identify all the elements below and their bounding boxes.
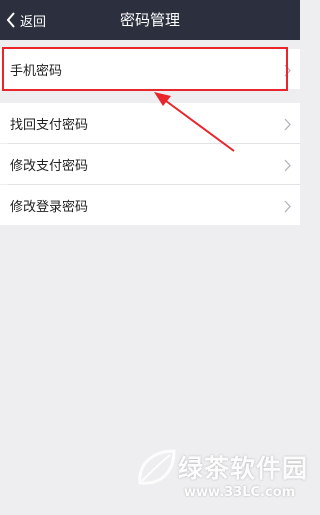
back-label: 返回 [20, 14, 47, 30]
menu-item-change-payment-password[interactable]: 修改支付密码 [0, 144, 300, 184]
chevron-right-icon [284, 62, 291, 81]
menu-item-label: 修改登录密码 [10, 199, 89, 215]
chevron-left-icon [6, 12, 16, 28]
menu-item-phone-password[interactable]: 手机密码 [0, 49, 300, 89]
leaf-logo-icon [138, 449, 176, 485]
menu-item-label: 修改支付密码 [10, 158, 89, 174]
watermark: 绿茶软件园 www.33LC.com [134, 445, 307, 509]
menu-item-label: 找回支付密码 [10, 117, 89, 133]
chevron-right-icon [284, 116, 291, 135]
chevron-right-icon [284, 157, 291, 176]
watermark-brand: 绿茶软件园 [178, 454, 309, 483]
chevron-right-icon [284, 198, 291, 217]
watermark-url: www.33LC.com [184, 485, 296, 500]
back-button[interactable]: 返回 [6, 0, 46, 40]
navigation-bar: 返回 密码管理 [0, 0, 300, 40]
menu-item-recover-payment-password[interactable]: 找回支付密码 [0, 103, 300, 143]
menu-item-change-login-password[interactable]: 修改登录密码 [0, 185, 300, 225]
menu-item-label: 手机密码 [10, 63, 63, 79]
